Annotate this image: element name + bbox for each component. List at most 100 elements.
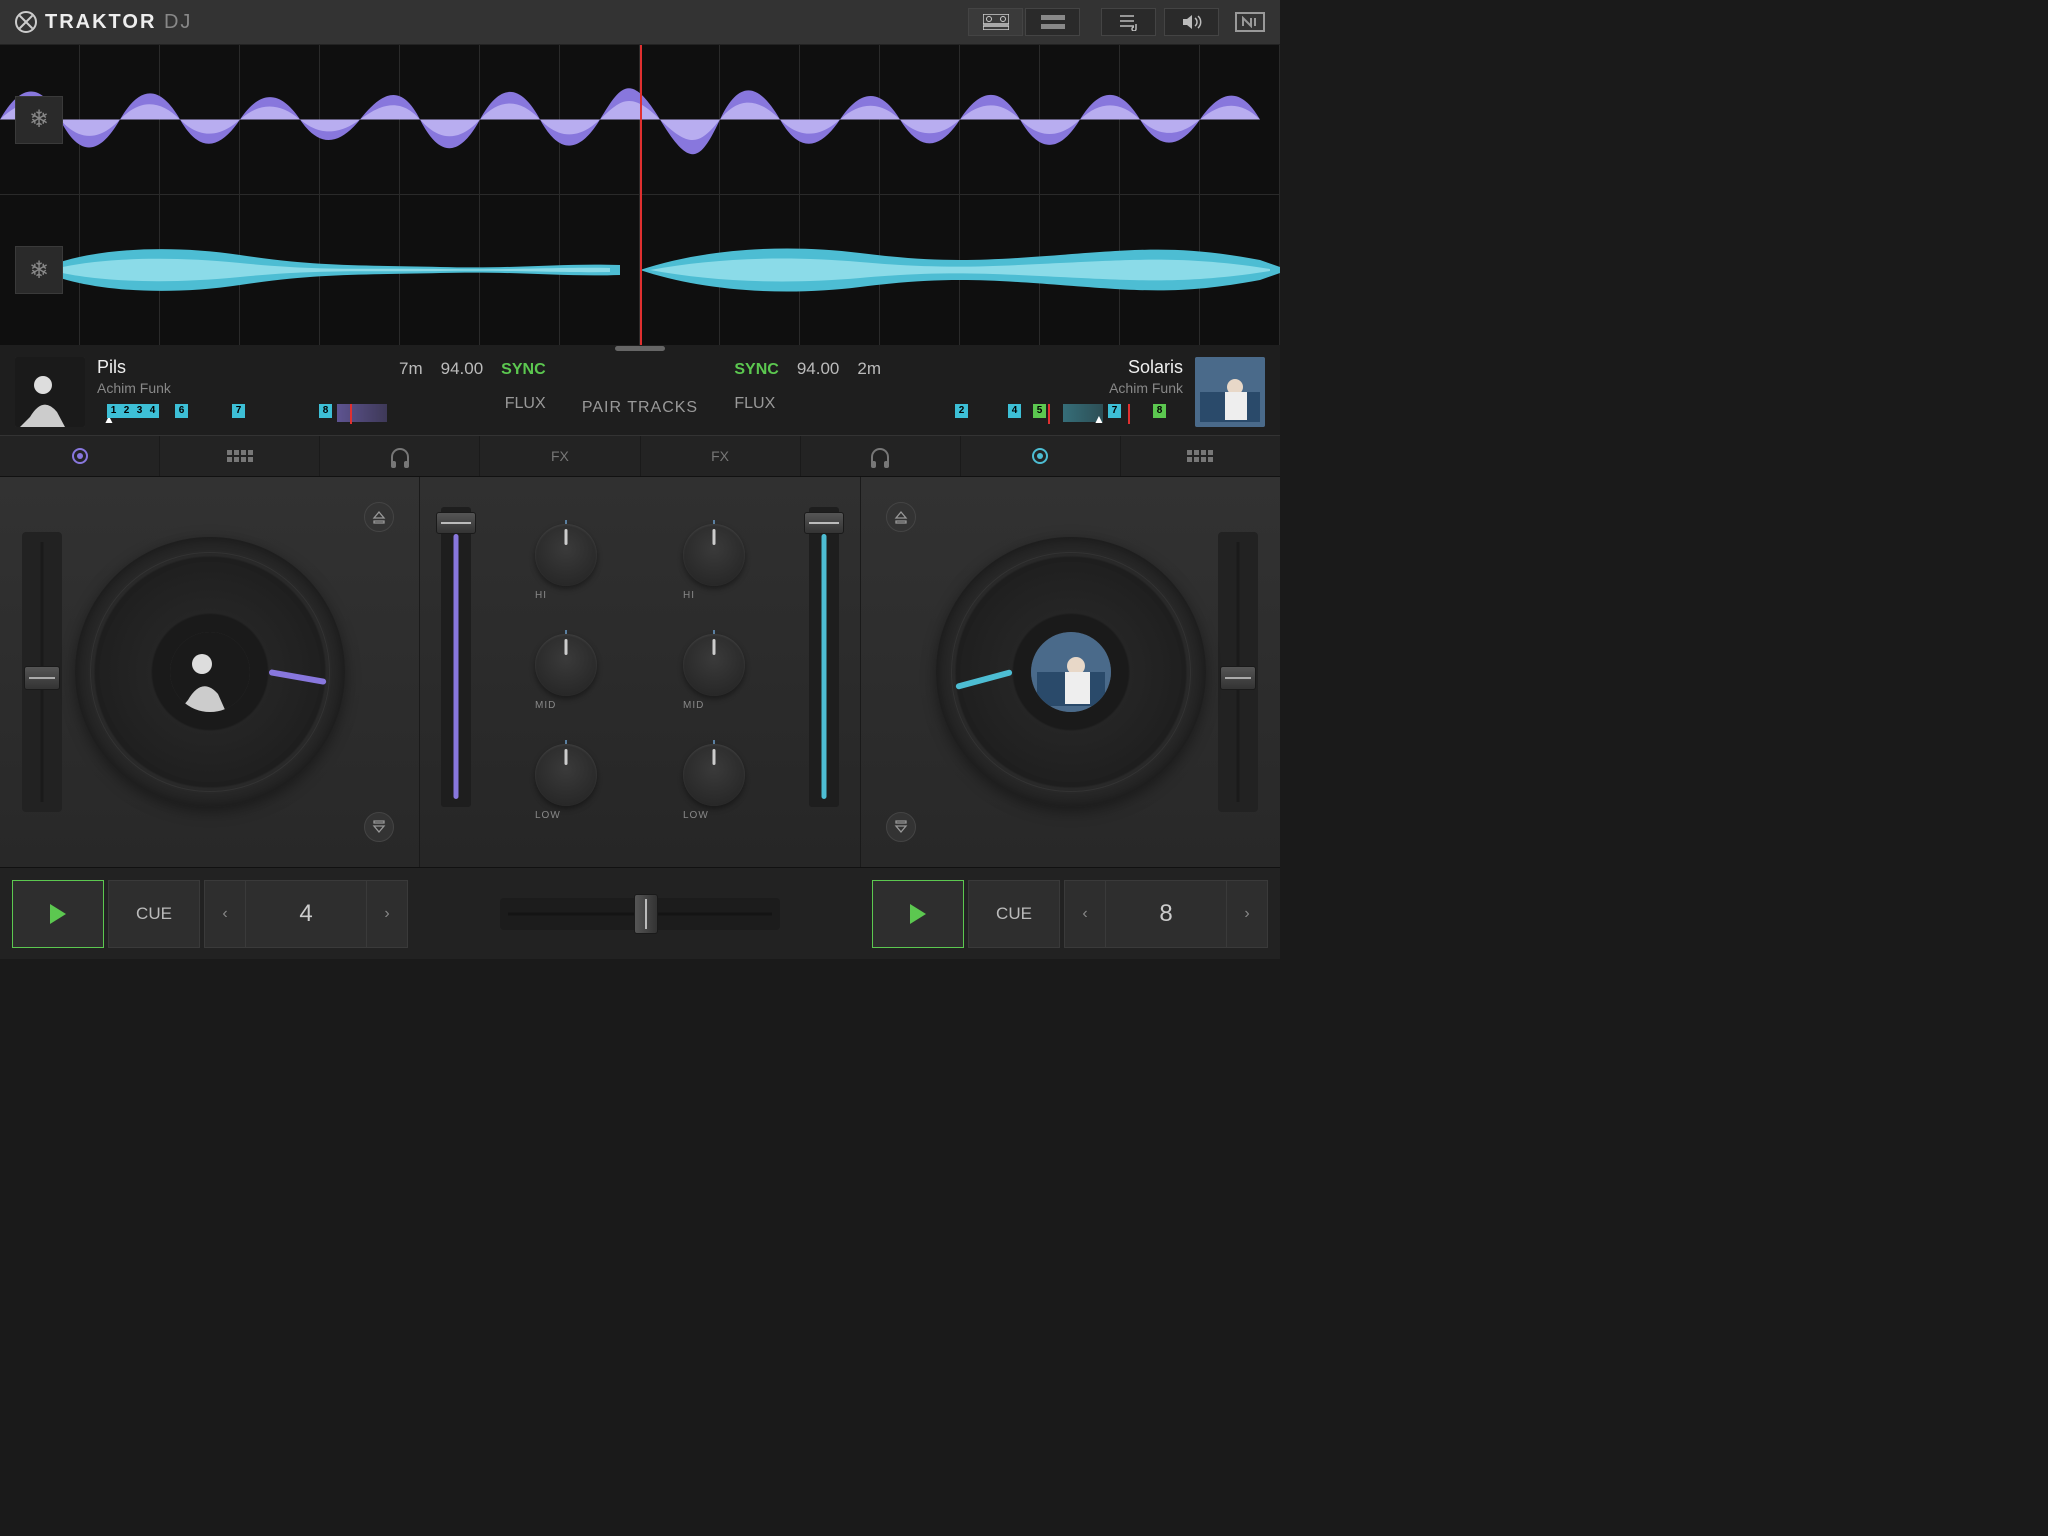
play-button-b[interactable] [872,880,964,948]
jog-wheel-b[interactable] [936,537,1206,807]
headphone-icon [391,448,409,464]
tab-hotcues-a[interactable] [160,436,320,476]
eq-low-knob-a[interactable] [535,744,597,806]
app-name-bold: TRAKTOR [45,11,156,33]
loop-control-a: ‹ 4 › [204,880,408,948]
play-button-a[interactable] [12,880,104,948]
jog-wheel-a[interactable] [75,537,345,807]
tempo-fader-b[interactable] [1218,532,1258,812]
headphone-icon [871,448,889,464]
cue-marker[interactable]: 2 [955,404,968,418]
loop-value-a[interactable]: 4 [246,880,366,948]
tab-record-b[interactable] [961,436,1121,476]
tempo-fader-a[interactable] [22,532,62,812]
flux-button-b[interactable]: FLUX [734,395,775,413]
tab-fx-a[interactable]: FX [480,436,640,476]
cue-marker[interactable]: 7 [232,404,245,418]
loop-control-b: ‹ 8 › [1064,880,1268,948]
record-icon [1032,448,1048,464]
cue-marker[interactable]: 4 [146,404,159,418]
tab-hotcues-b[interactable] [1121,436,1280,476]
bpm-b: 94.00 [797,359,840,379]
loop-increase-b[interactable]: › [1226,880,1268,948]
eq-mid-label: MID [535,700,597,711]
freeze-button-deck-b[interactable]: ❄ [15,246,63,294]
loop-decrease-b[interactable]: ‹ [1064,880,1106,948]
transport-bar: CUE ‹ 4 › CUE ‹ 8 › [0,867,1280,959]
loop-decrease-a[interactable]: ‹ [204,880,246,948]
eq-low-label: LOW [683,810,745,821]
flux-button-a[interactable]: FLUX [505,395,546,413]
eq-column-a: HI MID LOW [492,497,640,847]
deck-a [0,477,420,867]
track-info-deck-b: Solaris Achim Funk ▲ 24578 SYNC 94.00 2m… [719,345,1280,435]
volume-button[interactable] [1164,8,1219,36]
view-mode-deck-button[interactable] [968,8,1023,36]
time-remaining-a: 7m [399,359,423,379]
load-button-a[interactable] [364,812,394,842]
mixer-section: HI MID LOW HI MID LOW [420,477,860,867]
cue-marker[interactable]: 8 [319,404,332,418]
eq-hi-label: HI [683,590,745,601]
loop-increase-a[interactable]: › [366,880,408,948]
loop-value-b[interactable]: 8 [1106,880,1226,948]
grid-icon [227,450,253,462]
deck-b [860,477,1280,867]
cue-marker[interactable]: 2 [120,404,133,418]
eq-hi-knob-b[interactable] [683,524,745,586]
volume-fader-b[interactable] [809,507,839,807]
traktor-logo-icon [15,11,37,33]
tab-cue-headphone-b[interactable] [801,436,961,476]
cue-marker[interactable]: 1 [107,404,120,418]
eject-button-a[interactable] [364,502,394,532]
cue-marker[interactable]: 8 [1153,404,1166,418]
cue-marker[interactable]: 5 [1033,404,1046,418]
tab-fx-b[interactable]: FX [641,436,801,476]
waveform-area: ❄ ❄ [0,45,1280,345]
eq-mid-knob-a[interactable] [535,634,597,696]
load-button-b[interactable] [886,812,916,842]
minimap-deck-a[interactable]: ▲ 1234678 [97,404,387,426]
album-art-deck-a[interactable] [15,357,85,427]
deck-area: HI MID LOW HI MID LOW [0,477,1280,867]
minimap-deck-b[interactable]: ▲ 24578 [893,404,1183,426]
tab-record-a[interactable] [0,436,160,476]
eq-hi-knob-a[interactable] [535,524,597,586]
tab-cue-headphone-a[interactable] [320,436,480,476]
eq-column-b: HI MID LOW [640,497,788,847]
sync-button-a[interactable]: SYNC [501,361,545,379]
eq-low-label: LOW [535,810,597,821]
pair-tracks-button[interactable]: PAIR TRACKS [582,399,698,417]
waveform-resize-handle[interactable] [615,346,665,351]
track-title-b: Solaris [893,357,1183,378]
deck-tab-bar: FX FX [0,435,1280,477]
cue-button-b[interactable]: CUE [968,880,1060,948]
eject-button-b[interactable] [886,502,916,532]
browser-button[interactable] [1101,8,1156,36]
view-mode-wave-button[interactable] [1025,8,1080,36]
cue-marker[interactable]: 6 [175,404,188,418]
eq-low-knob-b[interactable] [683,744,745,806]
cue-marker[interactable]: 7 [1108,404,1121,418]
album-art-deck-b[interactable] [1195,357,1265,427]
cue-button-a[interactable]: CUE [108,880,200,948]
app-name-light: DJ [164,11,192,33]
eq-mid-knob-b[interactable] [683,634,745,696]
ni-logo-icon [1235,12,1265,32]
playhead-marker [640,45,642,345]
app-logo: TRAKTOR DJ [15,11,192,34]
sync-button-b[interactable]: SYNC [734,361,778,379]
freeze-button-deck-a[interactable]: ❄ [15,96,63,144]
volume-fader-a[interactable] [441,507,471,807]
grid-icon [1187,450,1213,462]
eq-hi-label: HI [535,590,597,601]
cue-marker[interactable]: 4 [1008,404,1021,418]
track-info-bar: Pils Achim Funk ▲ 1234678 7m 94.00 SYNC … [0,345,1280,435]
snowflake-icon: ❄ [29,105,49,134]
play-icon [50,904,66,924]
cue-marker[interactable]: 3 [133,404,146,418]
snowflake-icon: ❄ [29,256,49,285]
track-title-a: Pils [97,357,387,378]
crossfader[interactable] [500,898,780,930]
record-icon [72,448,88,464]
